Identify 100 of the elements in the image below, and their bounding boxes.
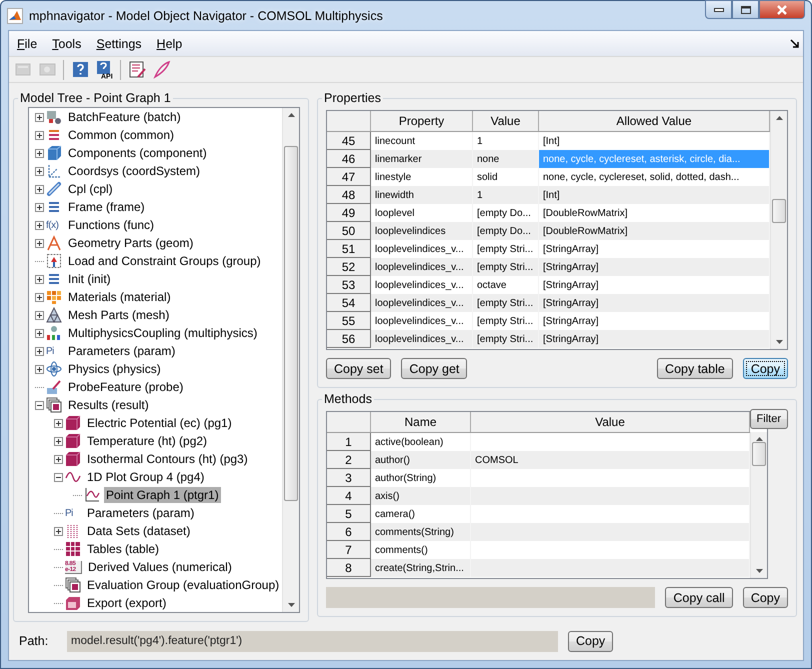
expand-icon[interactable] (35, 364, 44, 374)
close-button[interactable] (759, 0, 805, 19)
row-number: 45 (327, 132, 371, 150)
tree-item[interactable]: Export (export) (85, 595, 168, 611)
row-number: 4 (327, 487, 371, 505)
tree-item[interactable]: Evaluation Group (evaluationGroup) (85, 577, 282, 593)
tree-item[interactable]: ProbeFeature (probe) (66, 379, 186, 395)
probe-icon (46, 379, 62, 395)
menu-item[interactable]: Help (150, 34, 188, 54)
scroll-thumb[interactable] (284, 146, 298, 501)
scroll-up-icon[interactable] (776, 116, 782, 120)
tree-item[interactable]: Derived Values (numerical) (86, 559, 234, 575)
tree-item[interactable]: Electric Potential (ec) (pg1) (85, 415, 234, 431)
minimize-icon (714, 8, 724, 12)
tree-item[interactable]: Results (result) (66, 397, 151, 413)
tree-item[interactable]: Point Graph 1 (ptgr1) (104, 487, 221, 503)
table-cell[interactable]: [empty Stri... (473, 330, 539, 348)
expand-icon[interactable] (35, 166, 44, 176)
row-number: 6 (327, 523, 371, 541)
list-icon (46, 199, 62, 215)
tree-item[interactable]: Functions (func) (66, 217, 156, 233)
expand-icon[interactable] (35, 346, 44, 356)
column-header[interactable]: Name (371, 412, 471, 432)
tree-item[interactable]: Parameters (param) (66, 343, 178, 359)
row-number: 48 (327, 186, 371, 204)
tree-item[interactable]: Physics (physics) (66, 361, 163, 377)
expand-icon[interactable] (35, 184, 44, 194)
list-icon (46, 271, 62, 287)
copy-button[interactable]: Copy (742, 587, 788, 608)
mesh-icon (46, 307, 62, 323)
expand-icon[interactable] (35, 238, 44, 248)
scrollbar[interactable] (282, 108, 299, 612)
tree-item[interactable]: MultiphysicsCoupling (multiphysics) (66, 325, 260, 341)
table-cell[interactable]: looplevelindices_v... (371, 330, 473, 348)
copy-button[interactable]: Copy (568, 630, 614, 652)
filter-button[interactable]: Filter (750, 409, 788, 429)
tree-item[interactable]: Components (component) (66, 145, 209, 161)
expand-icon[interactable] (35, 112, 44, 122)
row-number: 46 (327, 150, 371, 168)
menu-item[interactable]: File (11, 34, 44, 54)
expand-icon[interactable] (54, 526, 63, 536)
tree-item[interactable]: Coordsys (coordSystem) (66, 163, 202, 179)
expand-icon[interactable] (54, 436, 63, 446)
scroll-up-icon[interactable] (288, 113, 294, 117)
column-header[interactable]: Value (473, 111, 539, 131)
maximize-button[interactable] (732, 0, 759, 19)
tree-item[interactable]: Cpl (cpl) (66, 181, 115, 197)
tree-item[interactable]: Data Sets (dataset) (85, 523, 192, 539)
copy-table-button[interactable]: Copy table (657, 358, 733, 379)
materials-icon (46, 289, 62, 305)
tree-item[interactable]: Common (common) (66, 127, 176, 143)
table-cell[interactable]: create(String,Strin... (371, 559, 471, 577)
row-number: 8 (327, 559, 371, 577)
feather-icon[interactable] (151, 60, 171, 80)
expand-icon[interactable] (35, 310, 44, 320)
tree-item[interactable]: Frame (frame) (66, 199, 147, 215)
scroll-down-icon[interactable] (288, 603, 294, 607)
expand-icon[interactable] (35, 130, 44, 140)
tree-item[interactable]: Isothermal Contours (ht) (pg3) (85, 451, 250, 467)
menu-item[interactable]: Settings (90, 34, 148, 54)
copy-set-button[interactable]: Copy set (326, 358, 392, 379)
dock-arrow-icon[interactable] (790, 39, 799, 48)
menu-item[interactable]: Tools (46, 34, 88, 54)
expand-icon[interactable] (35, 148, 44, 158)
tree-item[interactable]: Geometry Parts (geom) (66, 235, 196, 251)
scroll-down-icon[interactable] (776, 340, 782, 344)
expand-icon[interactable] (35, 220, 44, 230)
tree-item[interactable]: Mesh Parts (mesh) (66, 307, 172, 323)
copy-get-button[interactable]: Copy get (401, 358, 468, 379)
tree-item[interactable]: BatchFeature (batch) (66, 109, 183, 125)
cube-icon (65, 415, 81, 431)
minimize-button[interactable] (705, 0, 732, 19)
scroll-thumb[interactable] (772, 199, 786, 223)
expand-icon[interactable] (35, 274, 44, 284)
group-icon (46, 253, 62, 269)
expand-icon[interactable] (35, 328, 44, 338)
path-field: model.result('pg4').feature('ptgr1') (67, 630, 558, 652)
column-header[interactable]: Property (371, 111, 473, 131)
scrollbar[interactable] (770, 111, 787, 349)
expand-icon[interactable] (35, 202, 44, 212)
expand-icon[interactable] (54, 418, 63, 428)
scrollbar[interactable] (750, 432, 767, 578)
tree-item[interactable]: Temperature (ht) (pg2) (85, 433, 210, 449)
copy-button[interactable]: Copy (742, 358, 788, 379)
scroll-down-icon[interactable] (756, 569, 762, 573)
expand-icon[interactable] (35, 292, 44, 302)
tree-item[interactable]: 1D Plot Group 4 (pg4) (85, 469, 206, 485)
list-edit-icon[interactable] (127, 60, 147, 80)
scroll-thumb[interactable] (752, 442, 766, 466)
tree-item[interactable]: Materials (material) (66, 289, 173, 305)
tree-item[interactable]: Load and Constraint Groups (group) (66, 253, 263, 269)
collapse-icon[interactable] (35, 400, 44, 410)
tree-item[interactable]: Tables (table) (85, 541, 162, 557)
copy-call-button[interactable]: Copy call (665, 587, 733, 608)
help-icon[interactable] (70, 60, 90, 80)
tree-item[interactable]: Init (init) (66, 271, 113, 287)
expand-icon[interactable] (54, 454, 63, 464)
geometry-icon (46, 235, 62, 251)
tree-item[interactable]: Parameters (param) (85, 505, 196, 521)
collapse-icon[interactable] (54, 472, 63, 482)
